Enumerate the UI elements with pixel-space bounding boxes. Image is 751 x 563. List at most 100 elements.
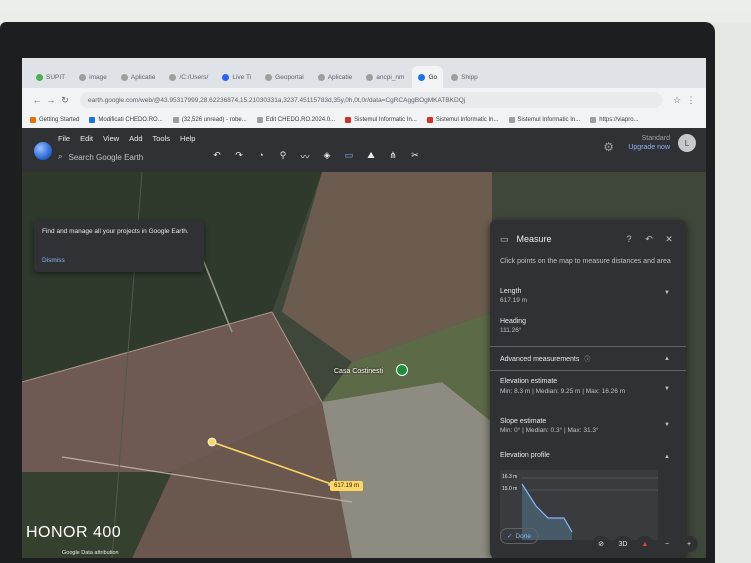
measure-header: ▭ Measure ? ↶ ✕	[500, 232, 676, 246]
bookmark-item[interactable]: Edit CHEDO.RO.2024.0...	[256, 117, 336, 123]
avatar[interactable]: L	[678, 134, 696, 152]
bookmark-favicon-icon	[426, 117, 433, 123]
tab-label: Shipp	[461, 73, 478, 81]
compass-icon[interactable]: ▲	[636, 536, 654, 552]
menu-help[interactable]: Help	[180, 134, 195, 143]
browser-tab[interactable]: image	[73, 66, 113, 88]
profile-tick-low: 15.0 m	[502, 486, 518, 492]
chevron-down-icon[interactable]: ▼	[664, 422, 670, 428]
browser-tab[interactable]: SUPIT	[30, 66, 71, 88]
bookmark-item[interactable]: Modificati CHEDO.RO...	[89, 117, 163, 123]
bookmark-item[interactable]: Getting Started	[30, 117, 79, 123]
divider	[490, 346, 686, 347]
chevron-down-icon[interactable]: ▼	[664, 290, 670, 296]
capture-icon[interactable]: ✂	[406, 150, 424, 164]
measure-icon[interactable]: ▭	[340, 150, 358, 164]
browser-tab[interactable]: Aplicatie	[312, 66, 359, 88]
length-row[interactable]: Length 617.19 m ▼	[500, 288, 676, 304]
measure-panel: ▭ Measure ? ↶ ✕ Click points on the map …	[490, 220, 686, 558]
add-placemark-icon[interactable]: ⚲	[274, 150, 292, 164]
street-view-icon[interactable]: ⊘	[592, 536, 610, 552]
tab-label: Aplicatie	[130, 73, 156, 81]
attribution[interactable]: Google Data attribution	[62, 550, 119, 556]
back-icon[interactable]: ←	[30, 95, 44, 105]
tab-favicon-icon	[36, 73, 43, 81]
historical-imagery-icon[interactable]: ◔	[252, 150, 270, 164]
close-icon[interactable]: ✕	[662, 234, 676, 245]
undo-measure-icon[interactable]: ↶	[642, 234, 656, 245]
tab-favicon-icon	[222, 73, 230, 81]
done-button[interactable]: ✓ Done	[500, 528, 538, 544]
zoom-in-icon[interactable]: +	[680, 536, 698, 552]
search-input[interactable]: Search Google Earth	[68, 153, 143, 162]
browser-tab[interactable]: ancpi_nm	[360, 66, 410, 88]
url-field[interactable]: earth.google.com/web/@43.95317999,28.622…	[80, 92, 662, 108]
tab-favicon-icon	[418, 73, 426, 81]
layers-icon[interactable]: ◈	[318, 150, 336, 164]
check-icon: ✓	[507, 533, 513, 540]
forward-icon[interactable]: →	[44, 95, 58, 105]
tab-favicon-icon	[169, 73, 177, 81]
account-area: Standard Upgrade now L	[628, 134, 696, 152]
plan-info[interactable]: Standard Upgrade now	[628, 134, 670, 152]
heading-value: 111.26°	[500, 327, 522, 334]
bookmark-item[interactable]: Sistemul Informatic In...	[345, 117, 417, 123]
zoom-out-icon[interactable]: −	[658, 536, 676, 552]
bookmark-favicon-icon	[30, 117, 36, 123]
elevation-label: Elevation estimate	[500, 378, 558, 385]
bookmark-label: Edit CHEDO.RO.2024.0...	[265, 117, 336, 123]
browser-tab[interactable]: Live Ti	[216, 66, 257, 88]
placemark-pin-icon[interactable]	[396, 364, 408, 376]
add-path-icon[interactable]: 〰	[296, 150, 314, 164]
tip-text: Find and manage all your projects in Goo…	[42, 228, 189, 235]
map-controls: ⊘ 3D ▲ − +	[588, 536, 698, 552]
elevation-row[interactable]: Elevation estimate Min: 8.3 m | Median: …	[500, 378, 676, 396]
browser-tab[interactable]: /C:/Users/	[163, 66, 214, 88]
upgrade-link[interactable]: Upgrade now	[628, 143, 670, 152]
menu-view[interactable]: View	[103, 134, 119, 143]
menu-file[interactable]: File	[58, 134, 70, 143]
info-icon[interactable]: ⓘ	[584, 357, 590, 363]
gear-icon[interactable]: ⚙	[603, 140, 614, 154]
reload-icon[interactable]: ↻	[58, 95, 72, 106]
bookmark-item[interactable]: https://viapro...	[590, 117, 639, 123]
search-box[interactable]: ⌕ Search Google Earth	[58, 148, 198, 166]
advanced-header[interactable]: Advanced measurements ⓘ ▲	[500, 354, 676, 363]
photos-icon[interactable]: ⛰	[362, 150, 380, 164]
bookmark-item[interactable]: (32,526 unread) - robe...	[172, 117, 247, 123]
browser-tab[interactable]: Go	[412, 66, 444, 88]
view-3d-button[interactable]: 3D	[614, 536, 632, 552]
bookmark-label: Getting Started	[39, 117, 80, 123]
chevron-down-icon[interactable]: ▼	[664, 386, 670, 392]
place-label[interactable]: Casa Costinesti	[334, 368, 383, 375]
chevron-up-icon[interactable]: ▲	[664, 356, 670, 362]
browser-tab[interactable]: Aplicatie	[115, 66, 162, 88]
profile-label: Elevation profile	[500, 452, 550, 459]
profile-header[interactable]: Elevation profile ▲	[500, 452, 676, 460]
menu-tools[interactable]: Tools	[153, 134, 171, 143]
slope-row[interactable]: Slope estimate Min: 0° | Median: 0.3° | …	[500, 418, 676, 434]
menu-add[interactable]: Add	[129, 134, 142, 143]
bookmark-item[interactable]: Sistemul Informatic In...	[508, 117, 580, 123]
earth-logo[interactable]	[34, 142, 52, 160]
bookmark-favicon-icon	[172, 117, 179, 123]
dismiss-button[interactable]: Dismiss	[42, 257, 65, 264]
help-icon[interactable]: ?	[622, 234, 636, 244]
tab-label: /C:/Users/	[179, 73, 209, 81]
ruler-icon: ▭	[500, 233, 509, 244]
redo-icon[interactable]: ↷	[230, 150, 248, 164]
bookmark-item[interactable]: Sistemul Informatic In...	[426, 117, 499, 123]
bookmark-label: Sistemul Informatic In...	[435, 117, 499, 123]
menu-edit[interactable]: Edit	[80, 134, 93, 143]
undo-icon[interactable]: ↶	[208, 150, 226, 164]
star-icon[interactable]: ☆	[670, 95, 684, 106]
slope-value: Min: 0° | Median: 0.3° | Max: 31.3°	[500, 427, 599, 434]
share-icon[interactable]: ⋔	[384, 150, 402, 164]
tab-label: Go	[428, 73, 438, 81]
extensions-icon[interactable]: ⋮	[684, 95, 698, 106]
done-label: Done	[515, 532, 531, 540]
browser-tab[interactable]: Shipp	[445, 66, 484, 88]
satellite-map[interactable]: Find and manage all your projects in Goo…	[22, 172, 706, 558]
browser-tab[interactable]: Geoportal	[259, 66, 310, 88]
chevron-up-icon[interactable]: ▲	[664, 454, 670, 460]
